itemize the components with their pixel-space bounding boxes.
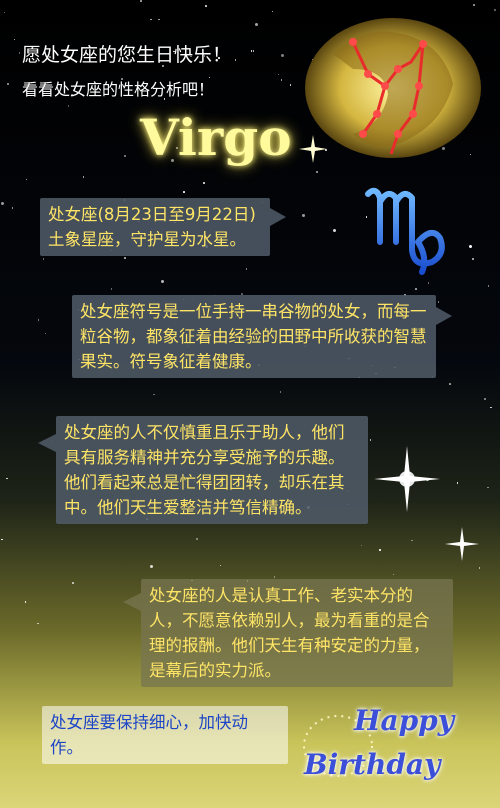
birthday-label: Birthday bbox=[304, 748, 441, 781]
bubble-dates: 处女座(8月23日至9月22日)土象星座，守护星为水星。 bbox=[40, 198, 286, 256]
bubble-personality: 处女座的人不仅慎重且乐于助人，他们具有服务精神并充分享受施予的乐趣。他们看起来总… bbox=[38, 416, 368, 524]
star bbox=[7, 83, 9, 85]
bubble-tail bbox=[436, 307, 452, 325]
star bbox=[196, 538, 198, 540]
bubble-personality-text: 处女座的人不仅慎重且乐于助人，他们具有服务精神并充分享受施予的乐趣。他们看起来总… bbox=[64, 423, 345, 517]
star bbox=[150, 18, 152, 21]
bubble-tail bbox=[123, 593, 141, 611]
star bbox=[301, 213, 305, 217]
star bbox=[487, 285, 490, 287]
bubble-tail bbox=[270, 208, 286, 226]
star bbox=[245, 268, 248, 270]
star bbox=[158, 18, 160, 21]
star bbox=[160, 280, 164, 284]
star bbox=[437, 301, 440, 303]
star bbox=[18, 52, 20, 54]
virgo-birthday-card: 愿处女座的您生日快乐！ 看看处女座的性格分析吧！ Virgo 处女座(8月23日… bbox=[0, 0, 500, 808]
happy-birthday-text: Happy Birthday bbox=[298, 702, 488, 792]
star bbox=[252, 50, 255, 52]
star bbox=[369, 439, 372, 441]
star bbox=[124, 257, 126, 259]
star bbox=[469, 244, 473, 248]
star bbox=[484, 398, 486, 400]
bubble-symbol-text: 处女座符号是一位手持一串谷物的处女，而每一粒谷物，都象征着由经验的田野中所收获的… bbox=[80, 302, 427, 371]
star bbox=[360, 544, 363, 547]
star bbox=[6, 477, 8, 480]
bubble-work-text: 处女座的人是认真工作、老实本分的人，不愿意依赖别人，最为看重的是合理的报酬。他们… bbox=[149, 586, 430, 680]
star bbox=[37, 622, 39, 625]
bubble-tail bbox=[38, 434, 56, 452]
star bbox=[183, 191, 185, 193]
star bbox=[25, 178, 28, 181]
analysis-subtitle: 看看处女座的性格分析吧！ bbox=[22, 80, 215, 99]
star bbox=[205, 5, 207, 7]
star bbox=[219, 564, 222, 567]
star bbox=[494, 9, 496, 11]
star bbox=[203, 182, 205, 184]
star bbox=[472, 258, 474, 260]
star bbox=[140, 0, 142, 2]
star bbox=[3, 11, 6, 14]
star bbox=[411, 539, 413, 542]
star bbox=[456, 482, 459, 484]
star bbox=[234, 59, 237, 61]
happy-label: Happy bbox=[354, 704, 455, 737]
star bbox=[254, 22, 258, 26]
star bbox=[392, 573, 395, 576]
sparkle-icon bbox=[445, 527, 479, 561]
star bbox=[316, 171, 318, 173]
star bbox=[490, 406, 492, 408]
virgo-title: Virgo bbox=[140, 108, 292, 167]
star bbox=[13, 38, 16, 41]
star bbox=[42, 258, 45, 260]
star bbox=[473, 4, 475, 6]
virgo-zodiac-symbol-icon bbox=[365, 187, 445, 275]
bubble-work: 处女座的人是认真工作、老实本分的人，不愿意依赖别人，最为看重的是合理的报酬。他们… bbox=[123, 579, 453, 687]
star bbox=[449, 383, 451, 385]
bubble-symbol: 处女座符号是一位手持一串谷物的处女，而每一粒谷物，都象征着由经验的田野中所收获的… bbox=[72, 295, 452, 378]
star bbox=[44, 332, 47, 335]
star bbox=[150, 565, 154, 569]
star bbox=[279, 391, 282, 393]
star bbox=[478, 567, 481, 569]
sparkle-icon bbox=[299, 135, 327, 163]
star bbox=[273, 576, 276, 578]
star bbox=[379, 549, 381, 551]
star bbox=[24, 601, 27, 603]
bubble-dates-text: 处女座(8月23日至9月22日)土象星座，守护星为水星。 bbox=[48, 205, 256, 249]
star bbox=[110, 288, 113, 290]
star bbox=[250, 50, 253, 52]
star bbox=[277, 73, 280, 76]
star bbox=[37, 319, 40, 321]
star bbox=[67, 105, 70, 107]
star bbox=[415, 288, 417, 290]
star bbox=[153, 393, 155, 396]
star bbox=[82, 176, 85, 178]
bubble-advice: 处女座要保持细心，加快动作。 bbox=[42, 706, 288, 764]
star bbox=[0, 202, 4, 206]
star bbox=[289, 84, 292, 86]
star bbox=[280, 79, 283, 81]
star bbox=[1, 538, 3, 541]
star bbox=[427, 282, 430, 284]
star bbox=[11, 207, 14, 209]
bubble-advice-text: 处女座要保持细心，加快动作。 bbox=[50, 713, 248, 757]
star bbox=[281, 54, 285, 58]
star bbox=[487, 486, 489, 489]
star bbox=[332, 228, 336, 232]
sparkle-icon bbox=[374, 446, 440, 512]
star bbox=[271, 10, 274, 13]
star bbox=[124, 155, 126, 157]
star bbox=[72, 582, 74, 584]
greeting-title: 愿处女座的您生日快乐！ bbox=[22, 44, 232, 66]
